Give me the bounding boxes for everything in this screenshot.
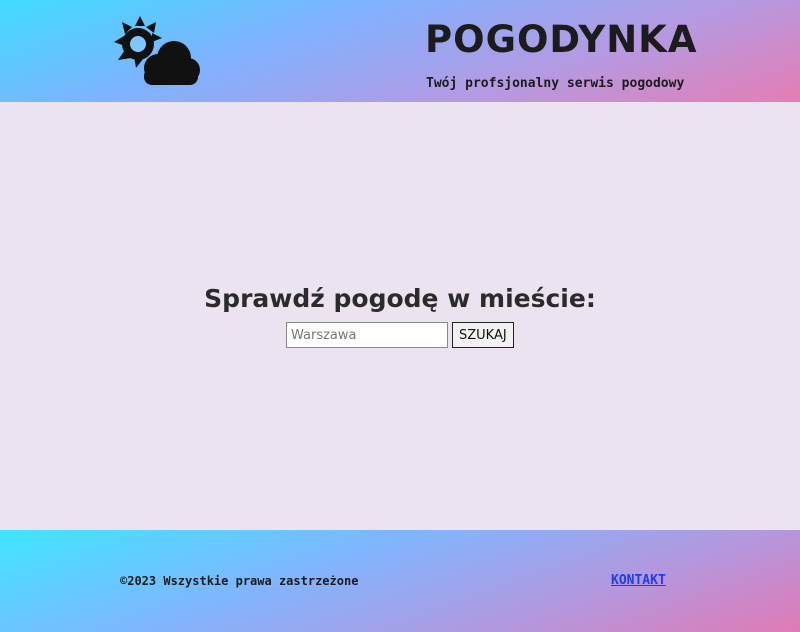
site-subtitle: Twój profsjonalny serwis pogodowy [426,76,685,91]
search-form: SZUKAJ [286,322,514,348]
sun-cloud-icon [114,16,200,85]
copyright-text: ©2023 Wszystkie prawa zastrzeżone [120,574,359,588]
contact-link[interactable]: KONTAKT [611,573,666,588]
site-title: POGODYNKA [425,18,698,61]
city-search-input[interactable] [286,322,448,348]
site-header: POGODYNKA Twój profsjonalny serwis pogod… [0,0,800,102]
search-button[interactable]: SZUKAJ [452,322,514,348]
site-footer: ©2023 Wszystkie prawa zastrzeżone KONTAK… [0,530,800,632]
page-heading: Sprawdź pogodę w mieście: [204,284,596,313]
